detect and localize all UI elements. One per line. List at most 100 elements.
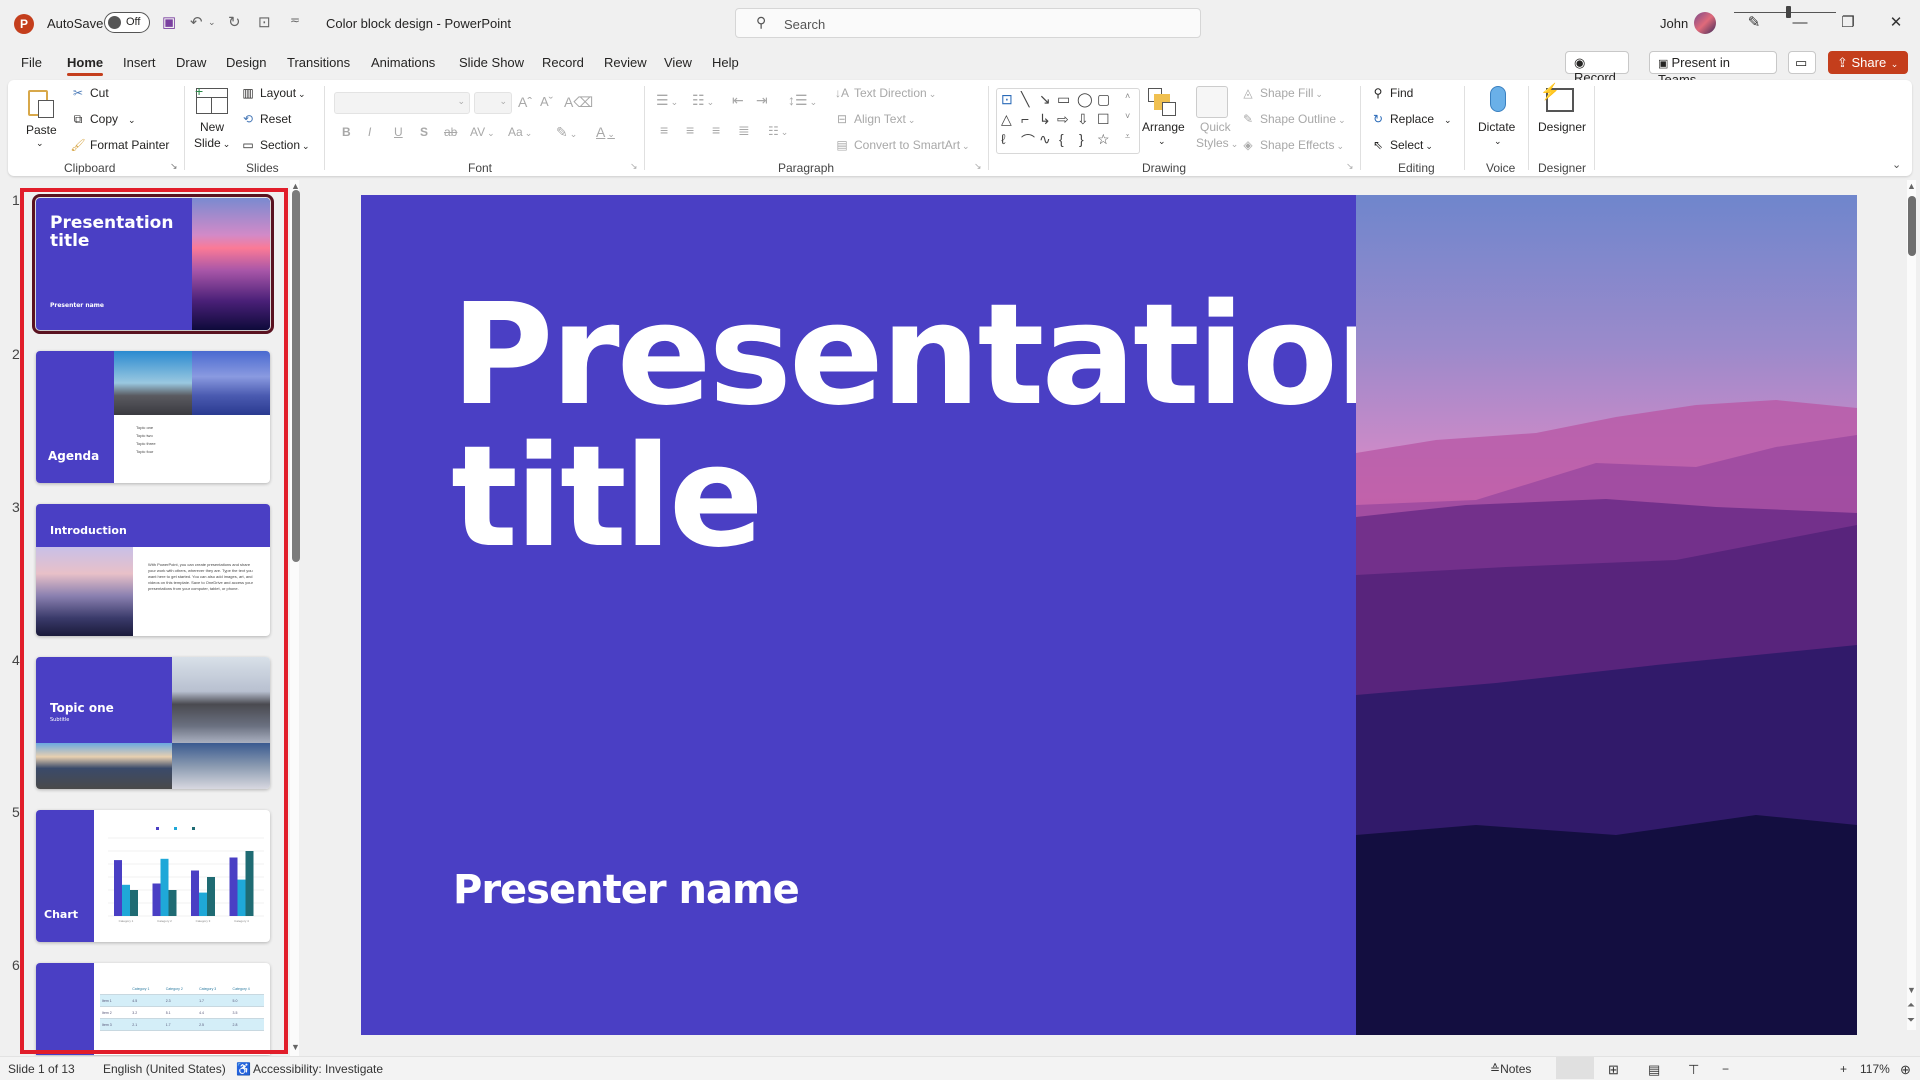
- designer-icon[interactable]: ⚡: [1540, 84, 1574, 112]
- paste-button[interactable]: Paste: [26, 123, 57, 137]
- dialog-launcher-icon[interactable]: ↘: [1346, 161, 1354, 172]
- italic-button[interactable]: I: [368, 125, 371, 139]
- highlight-icon[interactable]: ✎ ⌄: [556, 124, 577, 141]
- line-shape-icon[interactable]: ╲: [1021, 91, 1029, 108]
- increase-indent-icon[interactable]: ⇥: [756, 92, 768, 109]
- language-indicator[interactable]: English (United States): [103, 1062, 226, 1076]
- zoom-in-button[interactable]: +: [1840, 1062, 1847, 1076]
- tab-home[interactable]: Home: [67, 55, 104, 76]
- autosave-toggle[interactable]: Off: [104, 12, 150, 33]
- copy-button[interactable]: ⧉ Copy ⌄: [70, 112, 136, 127]
- gallery-down-icon[interactable]: ˅: [1125, 111, 1130, 121]
- align-center-icon[interactable]: ≡: [686, 122, 694, 138]
- pen-icon[interactable]: ✎: [1734, 10, 1774, 36]
- shadow-button[interactable]: S: [420, 125, 428, 139]
- chevron-down-icon[interactable]: ⌄: [1158, 136, 1166, 147]
- font-color-icon[interactable]: A ⌄: [596, 124, 615, 140]
- character-spacing-button[interactable]: AV ⌄: [470, 125, 495, 139]
- align-right-icon[interactable]: ≡: [712, 122, 720, 138]
- replace-button[interactable]: ↻ Replace ⌄: [1370, 112, 1452, 126]
- section-button[interactable]: ▭ Section ⌄: [240, 138, 309, 152]
- right-arrow-shape-icon[interactable]: ⇨: [1057, 111, 1069, 128]
- present-in-teams-button[interactable]: ▣ Present in Teams: [1649, 51, 1777, 87]
- previous-slide-icon[interactable]: ⏶: [1907, 1000, 1915, 1011]
- new-slide-label[interactable]: New: [200, 120, 224, 134]
- convert-smartart-button[interactable]: ▤ Convert to SmartArt ⌄: [834, 138, 969, 152]
- slideshow-view-icon[interactable]: ⊤: [1688, 1062, 1699, 1078]
- comments-button[interactable]: ▭: [1788, 51, 1816, 74]
- redo-icon[interactable]: ↻: [228, 13, 241, 31]
- tab-view[interactable]: View: [664, 55, 692, 70]
- font-name-select[interactable]: ⌄: [334, 92, 470, 114]
- left-brace-shape-icon[interactable]: {: [1059, 131, 1064, 147]
- line-spacing-icon[interactable]: ↕☰ ⌄: [788, 92, 817, 109]
- shape-effects-button[interactable]: ◈ Shape Effects ⌄: [1240, 138, 1344, 152]
- text-box-shape-icon[interactable]: ⊡: [1001, 91, 1013, 108]
- user-name[interactable]: John: [1660, 16, 1688, 31]
- shape-outline-button[interactable]: ✎ Shape Outline ⌄: [1240, 112, 1346, 126]
- presenter-name[interactable]: Presenter name: [453, 867, 800, 913]
- tab-design[interactable]: Design: [226, 55, 266, 70]
- zoom-out-button[interactable]: −: [1722, 1062, 1729, 1076]
- record-button[interactable]: ◉ Record: [1565, 51, 1629, 85]
- share-button[interactable]: ⇪ Share ⌄: [1828, 51, 1908, 74]
- undo-icon[interactable]: ↶: [190, 13, 203, 31]
- gallery-up-icon[interactable]: ˄: [1125, 91, 1130, 101]
- decrease-indent-icon[interactable]: ⇤: [732, 92, 744, 109]
- tab-animations[interactable]: Animations: [371, 55, 435, 70]
- shape-fill-button[interactable]: ◬ Shape Fill ⌄: [1240, 86, 1323, 100]
- dialog-launcher-icon[interactable]: ↘: [170, 161, 178, 172]
- right-brace-shape-icon[interactable]: }: [1079, 131, 1084, 147]
- scroll-down-icon[interactable]: ▼: [1907, 985, 1916, 995]
- connector-shape-icon[interactable]: ⌐: [1021, 111, 1029, 127]
- arc-shape-icon[interactable]: ⌒: [1021, 131, 1035, 151]
- dictate-button[interactable]: Dictate: [1478, 120, 1515, 134]
- decrease-font-icon[interactable]: Aˇ: [540, 94, 553, 109]
- slide-canvas[interactable]: Presentation title Presenter name: [361, 195, 1857, 1035]
- restore-button[interactable]: ❐: [1828, 10, 1868, 36]
- dialog-launcher-icon[interactable]: ↘: [630, 161, 638, 172]
- quick-styles-icon[interactable]: [1196, 86, 1228, 118]
- rounded-rect-shape-icon[interactable]: ▢: [1097, 91, 1110, 108]
- scroll-up-icon[interactable]: ▲: [1907, 181, 1916, 191]
- avatar[interactable]: [1694, 12, 1716, 34]
- zoom-slider[interactable]: [1734, 12, 1836, 13]
- tab-help[interactable]: Help: [712, 55, 739, 70]
- slide-title[interactable]: Presentation title: [451, 285, 1435, 569]
- dialog-launcher-icon[interactable]: ↘: [974, 161, 982, 172]
- chevron-down-icon[interactable]: ⌄: [1494, 136, 1502, 147]
- tab-record[interactable]: Record: [542, 55, 584, 70]
- zoom-slider-handle[interactable]: [1786, 6, 1791, 18]
- editor-scrollbar-thumb[interactable]: [1908, 196, 1916, 256]
- designer-button[interactable]: Designer: [1538, 120, 1586, 134]
- arrow-line-shape-icon[interactable]: ↘: [1039, 91, 1051, 108]
- star-shape-icon[interactable]: ☆: [1097, 131, 1110, 148]
- arrange-button[interactable]: Arrange: [1142, 120, 1185, 134]
- change-case-button[interactable]: Aa ⌄: [508, 125, 532, 139]
- tab-insert[interactable]: Insert: [123, 55, 156, 70]
- justify-icon[interactable]: ≣: [738, 122, 750, 139]
- undo-dropdown-icon[interactable]: ⌄: [208, 17, 216, 28]
- tab-slide-show[interactable]: Slide Show: [459, 55, 524, 70]
- align-text-button[interactable]: ⊟ Align Text ⌄: [834, 112, 915, 126]
- search-input[interactable]: ⚲ Search: [735, 8, 1201, 38]
- tab-draw[interactable]: Draw: [176, 55, 206, 70]
- arrange-icon[interactable]: [1148, 88, 1180, 120]
- editor-scrollbar[interactable]: [1907, 180, 1916, 1030]
- paste-icon[interactable]: [26, 86, 58, 118]
- font-size-select[interactable]: ⌄: [474, 92, 512, 114]
- mountain-sunset-image[interactable]: [1356, 195, 1857, 1035]
- bold-button[interactable]: B: [342, 125, 351, 139]
- select-button[interactable]: ⇖ Select ⌄: [1370, 138, 1433, 152]
- numbering-icon[interactable]: ☷ ⌄: [692, 92, 714, 109]
- bullets-icon[interactable]: ☰ ⌄: [656, 92, 678, 109]
- save-icon[interactable]: ▣: [162, 13, 176, 31]
- find-button[interactable]: ⚲ Find: [1370, 86, 1414, 100]
- collapse-ribbon-icon[interactable]: ⌄: [1892, 158, 1901, 171]
- oval-shape-icon[interactable]: ◯: [1077, 91, 1093, 108]
- reset-button[interactable]: ⟲ Reset: [240, 112, 291, 126]
- shapes-gallery[interactable]: ⊡ ╲ ↘ ▭ ◯ ▢ △ ⌐ ↳ ⇨ ⇩ ☐ ℓ ⌒ ∿ { } ☆ ˄ ˅ …: [996, 88, 1140, 154]
- rectangle-shape-icon[interactable]: ▭: [1057, 91, 1070, 108]
- new-slide-icon[interactable]: +: [195, 84, 228, 114]
- zoom-level[interactable]: 117%: [1860, 1062, 1890, 1076]
